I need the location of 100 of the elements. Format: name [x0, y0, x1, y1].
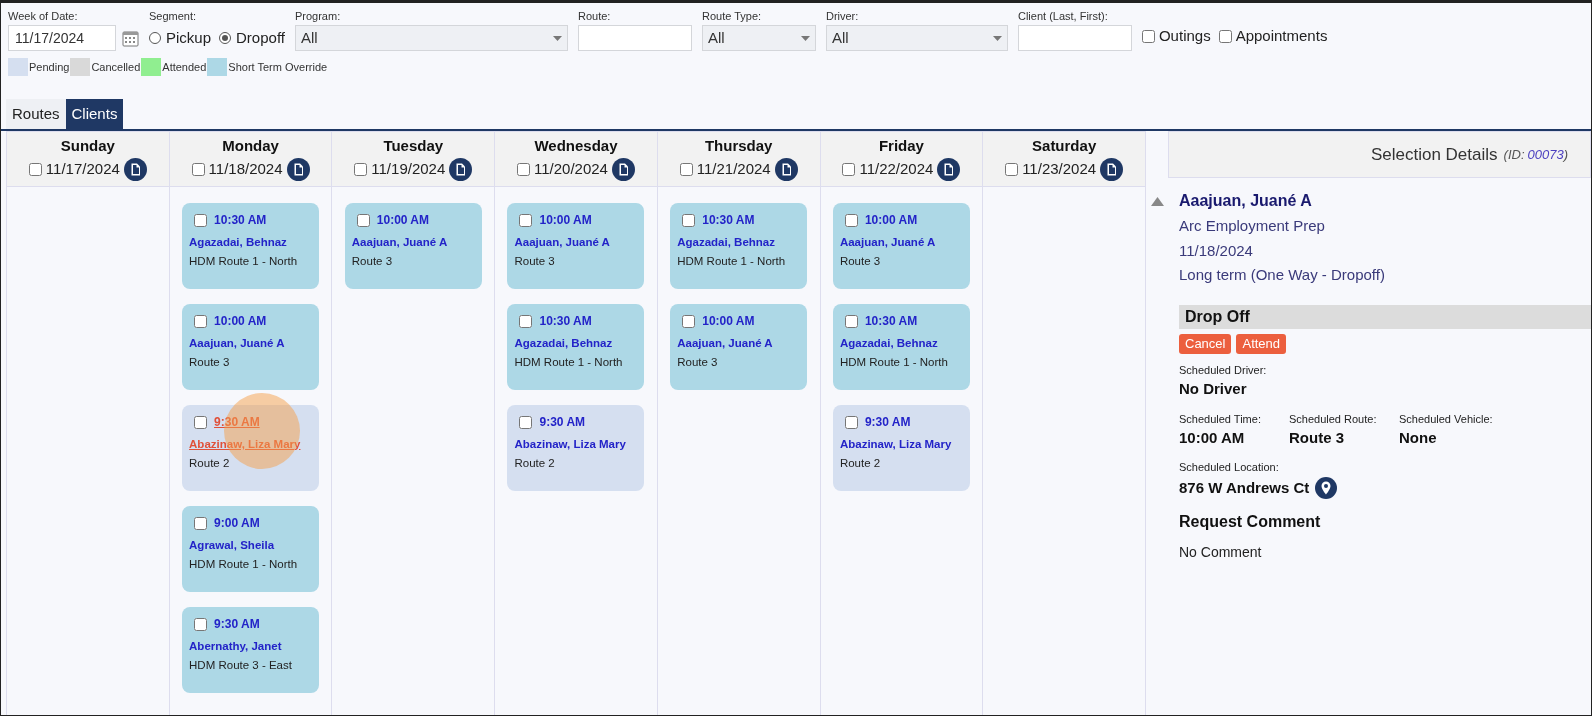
card-checkbox[interactable]: [194, 617, 208, 631]
id-label: (ID:: [1503, 145, 1525, 164]
card-checkbox[interactable]: [194, 213, 208, 227]
appointment-card[interactable]: 10:00 AM Aaajuan, Juané A Route 3: [182, 304, 320, 390]
route-name: Route 3: [514, 254, 556, 270]
appointment-time[interactable]: 10:00 AM: [214, 312, 267, 330]
client-name[interactable]: Aaajuan, Juané A: [189, 335, 313, 353]
card-checkbox[interactable]: [844, 415, 858, 429]
document-icon[interactable]: [449, 157, 473, 181]
client-name[interactable]: Aaajuan, Juané A: [677, 335, 801, 353]
client-name[interactable]: Agazadai, Behnaz: [514, 335, 638, 353]
appointment-time[interactable]: 9:30 AM: [214, 615, 260, 633]
day-checkbox[interactable]: [679, 162, 693, 176]
scroll-up-icon[interactable]: [1150, 197, 1164, 206]
document-icon[interactable]: [611, 157, 635, 181]
date-field[interactable]: 11/17/2024: [8, 25, 116, 51]
card-checkbox[interactable]: [194, 415, 208, 429]
detail-text: Long term (One Way - Dropoff): [1179, 265, 1386, 285]
caret-icon[interactable]: [800, 35, 810, 41]
location-pin-icon[interactable]: [1315, 477, 1338, 500]
text-field[interactable]: [577, 25, 692, 51]
appointment-card[interactable]: 10:30 AM Agazadai, Behnaz HDM Route 1 - North: [832, 304, 970, 390]
appointment-time[interactable]: 10:30 AM: [702, 211, 755, 229]
appointment-card[interactable]: 10:00 AM Aaajuan, Juané A Route 3: [344, 203, 482, 289]
card-checkbox[interactable]: [194, 516, 208, 530]
card-checkbox[interactable]: [519, 314, 533, 328]
field-label: Program:: [294, 9, 342, 23]
field-value: No Driver: [1179, 379, 1248, 399]
card-checkbox[interactable]: [844, 213, 858, 227]
day-checkbox[interactable]: [842, 162, 856, 176]
card-checkbox[interactable]: [194, 314, 208, 328]
dropdown[interactable]: All: [825, 25, 1008, 51]
appointment-time[interactable]: 10:30 AM: [214, 211, 267, 229]
day-checkbox[interactable]: [1005, 162, 1019, 176]
appointment-card[interactable]: 9:30 AM Abazinaw, Liza Mary Route 2: [832, 405, 970, 491]
legend-label: Pending: [29, 59, 70, 75]
appointment-time[interactable]: 10:00 AM: [539, 211, 592, 229]
document-icon[interactable]: [123, 157, 147, 181]
checkbox[interactable]: [1141, 29, 1155, 43]
appointment-time[interactable]: 10:30 AM: [539, 312, 592, 330]
card-checkbox[interactable]: [519, 213, 533, 227]
appointment-card[interactable]: 10:00 AM Aaajuan, Juané A Route 3: [507, 203, 645, 289]
document-icon[interactable]: [286, 157, 310, 181]
document-icon[interactable]: [1100, 157, 1124, 181]
appointment-time[interactable]: 9:30 AM: [539, 413, 586, 431]
appointment-time[interactable]: 9:00 AM: [214, 514, 260, 532]
day-checkbox[interactable]: [191, 162, 205, 176]
client-name[interactable]: Agazadai, Behnaz: [839, 335, 963, 353]
card-checkbox[interactable]: [844, 314, 858, 328]
client-name[interactable]: Agazadai, Behnaz: [189, 234, 313, 252]
appointment-time[interactable]: 10:00 AM: [376, 211, 430, 229]
radio-option[interactable]: Dropoff: [219, 26, 285, 50]
caret-icon[interactable]: [552, 35, 562, 41]
appointment-time[interactable]: 10:00 AM: [702, 312, 755, 330]
dropdown[interactable]: All: [701, 25, 816, 51]
appointment-card[interactable]: 10:00 AM Aaajuan, Juané A Route 3: [832, 203, 970, 289]
appointment-card[interactable]: 10:00 AM Aaajuan, Juané A Route 3: [670, 304, 808, 390]
id-bracket: ): [1563, 145, 1568, 164]
appointment-card[interactable]: 10:30 AM Agazadai, Behnaz HDM Route 1 - North: [182, 203, 320, 289]
detail-text: Arc Employment Prep: [1179, 216, 1326, 236]
card-checkbox[interactable]: [356, 213, 370, 227]
appointment-card[interactable]: 9:30 AM Abernathy, Janet HDM Route 3 - East: [182, 607, 320, 693]
field-label: Route:: [577, 9, 612, 23]
route-name: HDM Route 3 - East: [189, 658, 293, 674]
card-checkbox[interactable]: [519, 415, 533, 429]
client-name[interactable]: Abazinaw, Liza Mary: [839, 436, 963, 454]
client-name[interactable]: Agrawal, Sheila: [189, 537, 313, 555]
appointment-card[interactable]: 10:30 AM Agazadai, Behnaz HDM Route 1 - North: [507, 304, 645, 390]
text-field[interactable]: [1017, 25, 1132, 51]
calendar-icon[interactable]: [122, 29, 139, 47]
client-name[interactable]: Agazadai, Behnaz: [677, 234, 801, 252]
day-checkbox[interactable]: [28, 162, 42, 176]
appointment-time[interactable]: 10:00 AM: [864, 211, 918, 229]
card-checkbox[interactable]: [682, 314, 696, 328]
client-name[interactable]: Aaajuan, Juané A: [839, 234, 963, 252]
checkbox[interactable]: [1218, 29, 1232, 43]
document-icon[interactable]: [774, 157, 798, 181]
appointment-card[interactable]: 9:00 AM Agrawal, Sheila HDM Route 1 - North: [182, 506, 320, 592]
document-icon[interactable]: [937, 157, 961, 181]
card-checkbox[interactable]: [682, 213, 696, 227]
client-name[interactable]: Abernathy, Janet: [189, 638, 313, 656]
detail-text: 11/18/2024: [1179, 240, 1254, 261]
client-name[interactable]: Aaajuan, Juané A: [514, 234, 638, 252]
checkbox-option[interactable]: Outings: [1141, 25, 1211, 48]
appointment-time[interactable]: 10:30 AM: [864, 312, 918, 330]
day-checkbox[interactable]: [517, 162, 530, 176]
radio-option[interactable]: Pickup: [149, 26, 212, 50]
appointment-card[interactable]: 9:30 AM Abazinaw, Liza Mary Route 2: [507, 405, 645, 491]
day-checkbox[interactable]: [354, 162, 368, 176]
tab[interactable]: Clients: [65, 99, 124, 129]
caret-icon[interactable]: [992, 35, 1002, 41]
checkbox-option[interactable]: Appointments: [1218, 25, 1328, 48]
dropdown[interactable]: All: [294, 25, 568, 51]
appointment-card[interactable]: 10:30 AM Agazadai, Behnaz HDM Route 1 - North: [670, 203, 808, 289]
tab[interactable]: Routes: [6, 99, 66, 129]
client-name[interactable]: Aaajuan, Juané A: [351, 234, 475, 252]
appointment-time[interactable]: 9:30 AM: [864, 413, 911, 431]
route-name: Route 2: [189, 456, 231, 472]
field-label: Scheduled Location:: [1179, 459, 1280, 475]
client-name[interactable]: Abazinaw, Liza Mary: [514, 436, 638, 454]
